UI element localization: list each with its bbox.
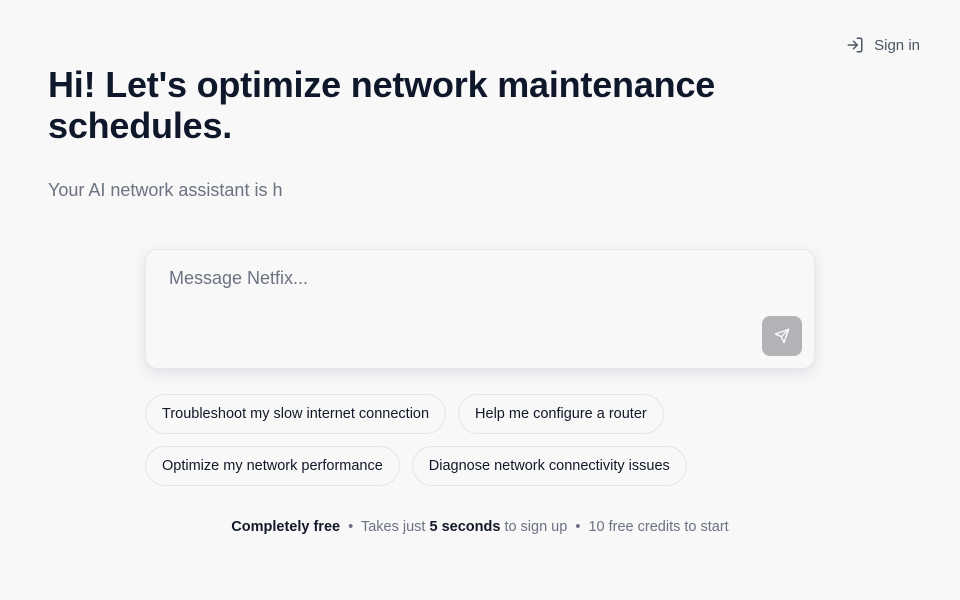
- signup-time-suffix: to sign up: [504, 519, 568, 535]
- page-title: Hi! Let's optimize network maintenance s…: [48, 64, 716, 146]
- log-in-icon: [846, 36, 864, 54]
- credits-label: 10 free credits to start: [588, 519, 729, 535]
- suggestion-chip[interactable]: Troubleshoot my slow internet connection: [145, 394, 447, 434]
- sign-in-label: Sign in: [874, 36, 920, 54]
- page-subtitle: Your AI network assistant is h: [48, 180, 283, 200]
- suggestion-chip[interactable]: Help me configure a router: [458, 394, 664, 434]
- separator-dot: •: [348, 519, 354, 535]
- free-label: Completely free: [231, 519, 341, 535]
- sign-in-button[interactable]: Sign in: [846, 34, 920, 56]
- signup-time-value: 5 seconds: [429, 519, 501, 535]
- hero: Hi! Let's optimize network maintenance s…: [48, 64, 808, 201]
- suggestion-list: Troubleshoot my slow internet connection…: [145, 394, 825, 486]
- separator-dot: •: [575, 519, 581, 535]
- suggestion-chip[interactable]: Optimize my network performance: [145, 446, 400, 486]
- message-input[interactable]: [146, 250, 814, 368]
- message-composer: [145, 249, 815, 369]
- send-button[interactable]: [762, 316, 802, 356]
- send-icon: [774, 328, 790, 344]
- suggestion-chip[interactable]: Diagnose network connectivity issues: [411, 446, 687, 486]
- page: Sign in Hi! Let's optimize network maint…: [0, 0, 960, 600]
- signup-time-prefix: Takes just: [360, 519, 426, 535]
- signup-info: Completely free • Takes just 5 seconds t…: [0, 519, 960, 535]
